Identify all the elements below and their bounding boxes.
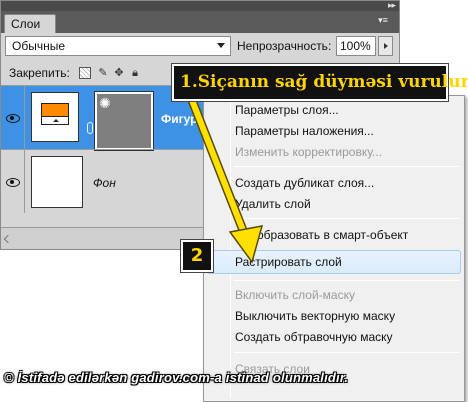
lock-all-icon[interactable]: 🔒︎	[129, 67, 141, 79]
menu-item-convert-smart-object[interactable]: Преобразовать в смарт-объект	[235, 228, 408, 242]
opacity-slider-button[interactable]	[378, 36, 393, 56]
menu-item-disable-vector-mask[interactable]: Выключить векторную маску	[235, 309, 395, 323]
lock-pixels-icon[interactable]: ✎	[97, 67, 109, 79]
menu-item-duplicate-layer[interactable]: Создать дубликат слоя...	[235, 176, 374, 190]
layer-name[interactable]: Фон	[93, 176, 116, 190]
menu-separator	[234, 280, 460, 281]
vector-mask-thumbnail[interactable]: ✺	[94, 91, 154, 151]
menu-item-delete-layer[interactable]: Удалить слой	[235, 197, 311, 211]
eye-icon	[5, 112, 21, 124]
step2-badge: 2	[180, 239, 214, 273]
layer-thumbnail	[31, 92, 79, 142]
menu-item-layer-properties[interactable]: Параметры слоя...	[235, 103, 339, 117]
blend-mode-value: Обычные	[12, 39, 66, 53]
visibility-toggle[interactable]	[1, 86, 25, 149]
lock-label: Закрепить:	[9, 66, 70, 80]
collapse-icon[interactable]: ▸▸	[388, 1, 396, 11]
adjustment-bar	[41, 117, 69, 125]
panel-title-strip: ▸▸	[1, 1, 399, 11]
watermark: © İstifadə edilərkən gadirov.com-a istin…	[4, 370, 349, 385]
eye-icon	[5, 176, 21, 188]
lock-transparency-icon[interactable]	[79, 67, 91, 79]
menu-separator	[234, 166, 460, 167]
panel-tab-row: Слои ▾≡	[1, 11, 399, 33]
starburst-icon: ✺	[99, 95, 111, 111]
menu-icon-column	[230, 98, 231, 398]
menu-item-rasterize-layer[interactable]: Растрировать слой	[235, 255, 342, 269]
menu-item-blending-options[interactable]: Параметры наложения...	[235, 124, 374, 138]
tab-layers[interactable]: Слои	[4, 14, 56, 33]
color-swatch	[41, 103, 69, 117]
panel-menu-icon[interactable]: ▾≡	[375, 15, 391, 29]
menu-separator	[234, 218, 460, 219]
menu-item-enable-layer-mask[interactable]: Включить слой-маску	[235, 288, 355, 302]
opacity-label: Непрозрачность:	[237, 39, 332, 53]
step1-callout: 1.Siçanın sağ düyməsi vurulur.	[171, 63, 468, 102]
layer-thumbnail	[31, 156, 83, 208]
menu-separator	[234, 352, 460, 353]
context-menu: Параметры слоя... Параметры наложения...…	[203, 95, 465, 402]
menu-item-create-clipping-mask[interactable]: Создать обтравочную маску	[235, 330, 393, 344]
blend-mode-select[interactable]: Обычные	[5, 36, 231, 56]
lock-position-icon[interactable]: ✥	[113, 67, 125, 79]
link-icon[interactable]	[87, 122, 93, 134]
chevron-down-icon	[217, 43, 225, 48]
visibility-toggle[interactable]	[1, 150, 25, 213]
layer-name[interactable]: Фигура	[161, 112, 204, 126]
menu-item-edit-adjustment[interactable]: Изменить корректировку...	[235, 145, 382, 159]
opacity-field[interactable]: 100%	[336, 36, 376, 56]
chevron-left-icon[interactable]	[3, 234, 13, 244]
